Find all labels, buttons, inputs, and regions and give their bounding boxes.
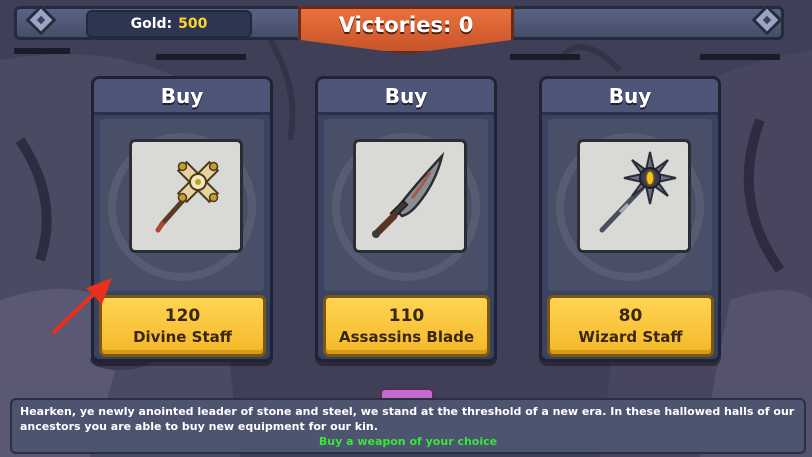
item-image-frame[interactable] xyxy=(577,139,691,253)
item-name: Wizard Staff xyxy=(578,328,683,346)
item-art-panel xyxy=(100,119,264,291)
tutorial-arrow-icon xyxy=(52,278,112,334)
shop-card-wizard-staff: Buy 80 Wizard Staff xyxy=(539,76,721,362)
gold-value: 500 xyxy=(178,16,208,32)
assassins-blade-icon xyxy=(372,151,445,238)
gold-counter: Gold: 500 xyxy=(86,10,252,38)
shop-card-assassins-blade: Buy 110 Assassins Blade xyxy=(315,76,497,362)
item-price: 80 xyxy=(618,306,643,326)
item-image-frame[interactable] xyxy=(129,139,243,253)
item-art-panel xyxy=(548,119,712,291)
wizard-staff-icon xyxy=(599,151,677,233)
buy-wizard-staff-button[interactable]: 80 Wizard Staff xyxy=(547,295,714,357)
dialog-box: Hearken, ye newly anointed leader of sto… xyxy=(10,398,806,454)
item-name: Assassins Blade xyxy=(338,328,475,346)
dialog-hint: Buy a weapon of your choice xyxy=(318,435,498,448)
item-art-panel xyxy=(324,119,488,291)
buy-label: Buy xyxy=(318,79,494,115)
item-image-frame[interactable] xyxy=(353,139,467,253)
buy-label: Buy xyxy=(542,79,718,115)
victories-label: Victories: 0 xyxy=(338,13,474,37)
item-price: 120 xyxy=(164,306,201,326)
buy-divine-staff-button[interactable]: 120 Divine Staff xyxy=(99,295,266,357)
buy-label: Buy xyxy=(94,79,270,115)
dialog-text: Hearken, ye newly anointed leader of sto… xyxy=(20,405,795,433)
item-price: 110 xyxy=(388,306,425,326)
divine-staff-icon xyxy=(155,160,220,233)
gold-label: Gold: xyxy=(130,16,173,32)
item-name: Divine Staff xyxy=(133,328,232,346)
buy-assassins-blade-button[interactable]: 110 Assassins Blade xyxy=(323,295,490,357)
